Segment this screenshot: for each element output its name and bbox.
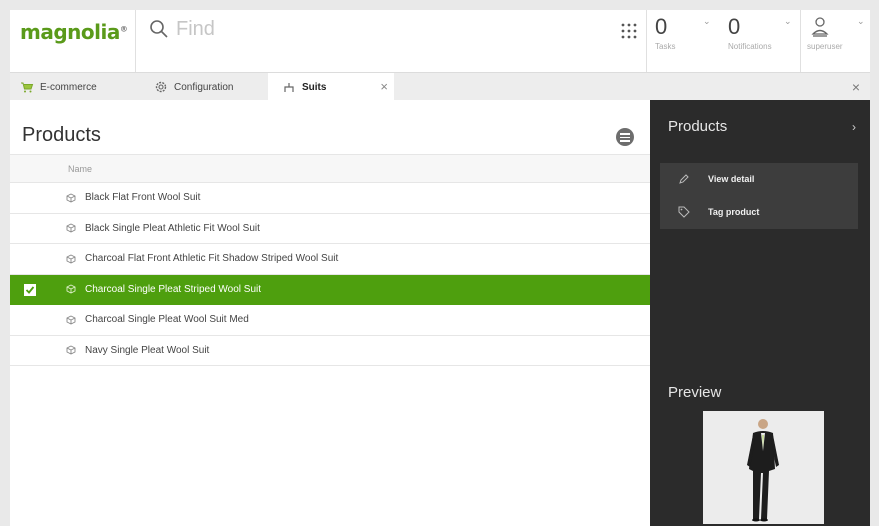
tab-suits[interactable]: Suits × xyxy=(268,73,394,101)
row-select-cell xyxy=(10,214,50,244)
chevron-down-icon: ⌄ xyxy=(784,16,792,26)
product-icon xyxy=(66,223,76,233)
column-header-name[interactable]: Name xyxy=(68,164,92,174)
product-preview-image xyxy=(703,411,824,524)
table-row[interactable]: Black Flat Front Wool Suit xyxy=(10,183,650,214)
page-title: Products xyxy=(22,124,101,146)
app-header: magnolia® 0 Tasks ⌄ 0 Notifications ⌄ xyxy=(10,10,870,72)
tab-ecommerce[interactable]: E-commerce xyxy=(20,73,130,101)
user-menu[interactable]: superuser ⌄ xyxy=(800,10,870,72)
menu-icon[interactable] xyxy=(616,128,634,146)
gear-icon xyxy=(155,81,167,93)
row-checkbox[interactable] xyxy=(24,223,36,235)
suit-figure-image xyxy=(703,411,824,524)
tab-label: Configuration xyxy=(174,81,234,93)
tag-product-action[interactable]: Tag product xyxy=(660,196,858,229)
product-icon xyxy=(66,254,76,264)
pencil-icon xyxy=(679,174,689,184)
notifications-label: Notifications xyxy=(728,42,772,51)
product-icon xyxy=(66,315,76,325)
chevron-down-icon: ⌄ xyxy=(857,16,865,26)
row-checkbox[interactable] xyxy=(24,314,36,326)
row-checkbox[interactable] xyxy=(24,283,36,296)
row-select-cell xyxy=(10,336,50,366)
notifications-count: 0 xyxy=(728,14,741,39)
action-label: Tag product xyxy=(708,207,760,217)
row-select-cell xyxy=(10,305,50,335)
product-icon xyxy=(66,284,76,294)
notifications-indicator[interactable]: 0 Notifications ⌄ xyxy=(714,10,800,72)
chevron-down-icon: ⌄ xyxy=(703,16,711,26)
user-icon xyxy=(811,17,829,37)
row-checkbox[interactable] xyxy=(24,192,36,204)
product-icon xyxy=(66,193,76,203)
search-area xyxy=(135,10,605,72)
actionbar-title: Products xyxy=(668,118,728,135)
table-row[interactable]: Black Single Pleat Athletic Fit Wool Sui… xyxy=(10,214,650,244)
row-checkbox[interactable] xyxy=(24,345,36,357)
products-table: Name Black Flat Front Wool Suit Black Sin… xyxy=(10,154,650,366)
table-row[interactable]: Charcoal Single Pleat Striped Wool Suit xyxy=(10,274,650,305)
product-name: Black Single Pleat Athletic Fit Wool Sui… xyxy=(85,222,260,234)
table-header: Name xyxy=(10,154,650,183)
row-checkbox[interactable] xyxy=(24,253,36,265)
cart-icon xyxy=(21,82,34,93)
app-tabbar: E-commerce Configuration Suits × × xyxy=(10,72,870,101)
view-detail-action[interactable]: View detail xyxy=(660,163,858,196)
app-launcher-icon[interactable] xyxy=(619,21,639,41)
search-icon xyxy=(150,20,168,38)
product-name: Navy Single Pleat Wool Suit xyxy=(85,344,210,356)
app-window: magnolia® 0 Tasks ⌄ 0 Notifications ⌄ xyxy=(10,10,870,526)
tasks-label: Tasks xyxy=(655,42,676,51)
row-select-cell xyxy=(10,275,50,305)
tab-label: Suits xyxy=(302,81,327,93)
tasks-indicator[interactable]: 0 Tasks ⌄ xyxy=(646,10,714,72)
preview-title: Preview xyxy=(668,384,722,401)
product-name: Black Flat Front Wool Suit xyxy=(85,192,201,204)
user-label: superuser xyxy=(807,42,843,51)
row-select-cell xyxy=(10,183,50,213)
table-row[interactable]: Charcoal Flat Front Athletic Fit Shadow … xyxy=(10,244,650,275)
close-app-icon[interactable]: × xyxy=(852,79,860,95)
table-row[interactable]: Charcoal Single Pleat Wool Suit Med xyxy=(10,305,650,336)
tab-label: E-commerce xyxy=(40,81,97,93)
action-bar: Products › View detail Tag product Previ… xyxy=(650,100,870,526)
action-label: View detail xyxy=(708,174,755,184)
tab-configuration[interactable]: Configuration xyxy=(154,73,264,101)
workbench: Products Name Black Flat Front Wool Suit… xyxy=(10,100,650,526)
checkmark-icon xyxy=(25,285,35,294)
close-tab-icon[interactable]: × xyxy=(380,79,388,94)
product-name: Charcoal Flat Front Athletic Fit Shadow … xyxy=(85,253,339,265)
tag-icon xyxy=(678,206,690,218)
table-row[interactable]: Navy Single Pleat Wool Suit xyxy=(10,336,650,366)
search-input[interactable] xyxy=(176,16,576,42)
product-name: Charcoal Single Pleat Striped Wool Suit xyxy=(85,283,262,295)
hierarchy-icon xyxy=(284,83,294,92)
product-name: Charcoal Single Pleat Wool Suit Med xyxy=(85,314,249,326)
row-select-cell xyxy=(10,244,50,274)
product-icon xyxy=(66,345,76,355)
magnolia-logo[interactable]: magnolia® xyxy=(20,20,128,44)
tasks-count: 0 xyxy=(655,14,668,39)
chevron-right-icon[interactable]: › xyxy=(852,120,856,134)
